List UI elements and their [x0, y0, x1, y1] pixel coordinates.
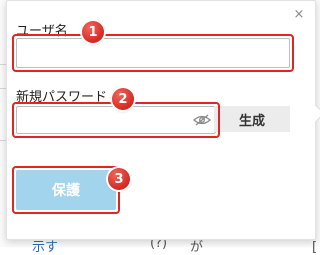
username-input[interactable] [16, 38, 290, 68]
eye-off-icon[interactable] [193, 114, 211, 126]
dialog-caret [306, 104, 320, 123]
username-label: ユーザ名 [16, 24, 68, 39]
protect-button[interactable]: 保護 [16, 170, 116, 210]
close-icon[interactable]: × [292, 8, 306, 22]
generate-button[interactable]: 生成 [214, 106, 290, 132]
background-text: [ [312, 240, 318, 255]
new-password-input[interactable] [16, 106, 216, 134]
new-password-label: 新規パスワード [16, 90, 108, 105]
